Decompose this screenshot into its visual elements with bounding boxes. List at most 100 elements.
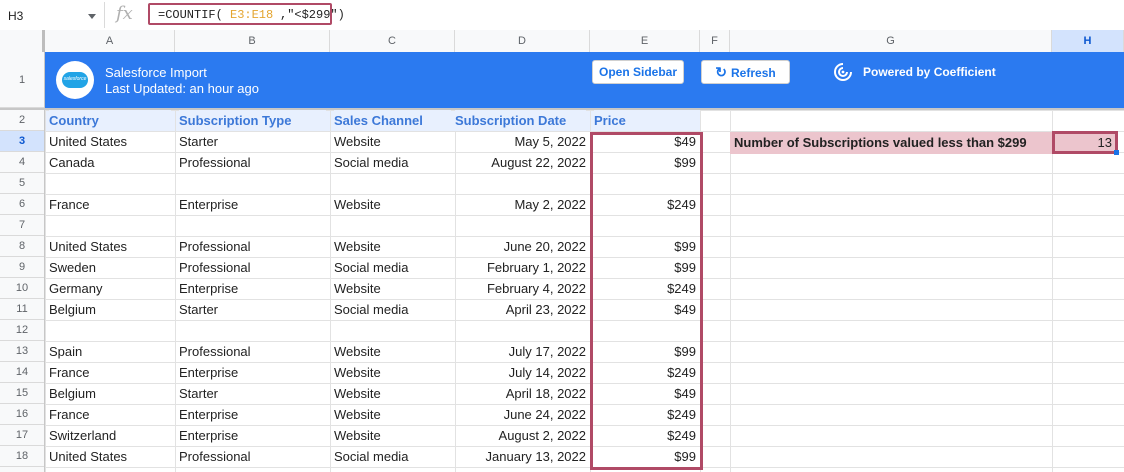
table-cell[interactable]: [49, 215, 171, 236]
table-cell[interactable]: Enterprise: [179, 425, 326, 446]
summary-label-cell[interactable]: Number of Subscriptions valued less than…: [730, 132, 1052, 154]
table-cell[interactable]: Website: [334, 131, 451, 152]
column-header-f[interactable]: F: [700, 30, 730, 52]
column-header-g[interactable]: G: [730, 30, 1052, 52]
table-cell[interactable]: June 24, 2022: [455, 404, 586, 425]
row-header[interactable]: 17: [0, 425, 44, 446]
column-label[interactable]: Subscription Type: [179, 110, 326, 131]
row-header[interactable]: 12: [0, 320, 44, 341]
table-cell[interactable]: June 20, 2022: [455, 236, 586, 257]
table-cell[interactable]: Website: [334, 194, 451, 215]
table-cell[interactable]: Website: [334, 404, 451, 425]
table-cell[interactable]: [334, 215, 451, 236]
table-cell[interactable]: January 13, 2022: [455, 446, 586, 467]
table-cell[interactable]: Enterprise: [179, 278, 326, 299]
column-header-h[interactable]: H: [1052, 30, 1124, 52]
table-cell[interactable]: [49, 173, 171, 194]
column-label[interactable]: Price: [594, 110, 700, 131]
table-cell[interactable]: Website: [334, 425, 451, 446]
table-cell[interactable]: [334, 320, 451, 341]
table-cell[interactable]: France: [49, 194, 171, 215]
table-cell[interactable]: Website: [334, 278, 451, 299]
table-cell[interactable]: Belgium: [49, 383, 171, 404]
column-header-a[interactable]: A: [45, 30, 175, 52]
name-box[interactable]: H3: [0, 2, 105, 28]
table-cell[interactable]: France: [49, 404, 171, 425]
row-header[interactable]: 16: [0, 404, 44, 425]
table-cell[interactable]: Website: [334, 383, 451, 404]
table-cell[interactable]: Spain: [49, 341, 171, 362]
fill-handle[interactable]: [1114, 150, 1119, 155]
table-cell[interactable]: Canada: [49, 152, 171, 173]
table-cell[interactable]: Belgium: [49, 299, 171, 320]
table-cell[interactable]: August 2, 2022: [455, 425, 586, 446]
table-cell[interactable]: July 17, 2022: [455, 341, 586, 362]
row-header[interactable]: 2: [0, 110, 44, 131]
table-cell[interactable]: February 1, 2022: [455, 257, 586, 278]
table-cell[interactable]: [179, 320, 326, 341]
table-cell[interactable]: July 14, 2022: [455, 362, 586, 383]
table-cell[interactable]: Enterprise: [179, 194, 326, 215]
table-cell[interactable]: [455, 173, 586, 194]
row-header[interactable]: 8: [0, 236, 44, 257]
row-header[interactable]: 7: [0, 215, 44, 236]
table-cell[interactable]: Professional: [179, 446, 326, 467]
row-header[interactable]: 6: [0, 194, 44, 215]
table-cell[interactable]: Website: [334, 341, 451, 362]
row-header[interactable]: 10: [0, 278, 44, 299]
table-cell[interactable]: Sweden: [49, 257, 171, 278]
table-cell[interactable]: [179, 173, 326, 194]
refresh-button[interactable]: ↻ Refresh: [701, 60, 790, 84]
table-cell[interactable]: Social media: [334, 299, 451, 320]
table-cell[interactable]: Professional: [179, 152, 326, 173]
table-cell[interactable]: Website: [334, 362, 451, 383]
table-cell[interactable]: April 23, 2022: [455, 299, 586, 320]
table-cell[interactable]: Professional: [179, 236, 326, 257]
table-cell[interactable]: May 5, 2022: [455, 131, 586, 152]
row-header[interactable]: 15: [0, 383, 44, 404]
table-cell[interactable]: France: [49, 362, 171, 383]
table-cell[interactable]: May 2, 2022: [455, 194, 586, 215]
table-cell[interactable]: Germany: [49, 278, 171, 299]
table-cell[interactable]: Starter: [179, 131, 326, 152]
column-header-b[interactable]: B: [175, 30, 330, 52]
open-sidebar-button[interactable]: Open Sidebar: [592, 60, 684, 84]
row-header[interactable]: 13: [0, 341, 44, 362]
select-all-corner[interactable]: [0, 30, 45, 52]
table-cell[interactable]: United States: [49, 131, 171, 152]
row-header[interactable]: 4: [0, 152, 44, 173]
table-cell[interactable]: Starter: [179, 383, 326, 404]
row-header[interactable]: 14: [0, 362, 44, 383]
table-cell[interactable]: Professional: [179, 257, 326, 278]
table-cell[interactable]: Social media: [334, 152, 451, 173]
column-header-c[interactable]: C: [330, 30, 455, 52]
table-cell[interactable]: United States: [49, 446, 171, 467]
table-cell[interactable]: Professional: [179, 341, 326, 362]
row-header[interactable]: 5: [0, 173, 44, 194]
table-cell[interactable]: Social media: [334, 257, 451, 278]
table-cell[interactable]: February 4, 2022: [455, 278, 586, 299]
chevron-down-icon[interactable]: [88, 14, 96, 19]
column-header-e[interactable]: E: [590, 30, 700, 52]
row-header[interactable]: 11: [0, 299, 44, 320]
table-cell[interactable]: Social media: [334, 446, 451, 467]
table-cell[interactable]: August 22, 2022: [455, 152, 586, 173]
table-cell[interactable]: Starter: [179, 299, 326, 320]
column-label[interactable]: Sales Channel: [334, 110, 451, 131]
table-cell[interactable]: Website: [334, 236, 451, 257]
column-header-d[interactable]: D: [455, 30, 590, 52]
table-cell[interactable]: [455, 215, 586, 236]
table-cell[interactable]: United States: [49, 236, 171, 257]
column-label[interactable]: Subscription Date: [455, 110, 586, 131]
row-header[interactable]: 9: [0, 257, 44, 278]
formula-input[interactable]: =COUNTIF( E3:E18 ,"<$299"): [148, 3, 345, 25]
table-cell[interactable]: Switzerland: [49, 425, 171, 446]
table-cell[interactable]: April 18, 2022: [455, 383, 586, 404]
table-cell[interactable]: Enterprise: [179, 404, 326, 425]
table-cell[interactable]: [179, 215, 326, 236]
table-cell[interactable]: Enterprise: [179, 362, 326, 383]
table-cell[interactable]: [49, 320, 171, 341]
table-cell[interactable]: [455, 320, 586, 341]
row-header[interactable]: 18: [0, 446, 44, 467]
summary-value-cell[interactable]: 13: [1052, 131, 1118, 154]
